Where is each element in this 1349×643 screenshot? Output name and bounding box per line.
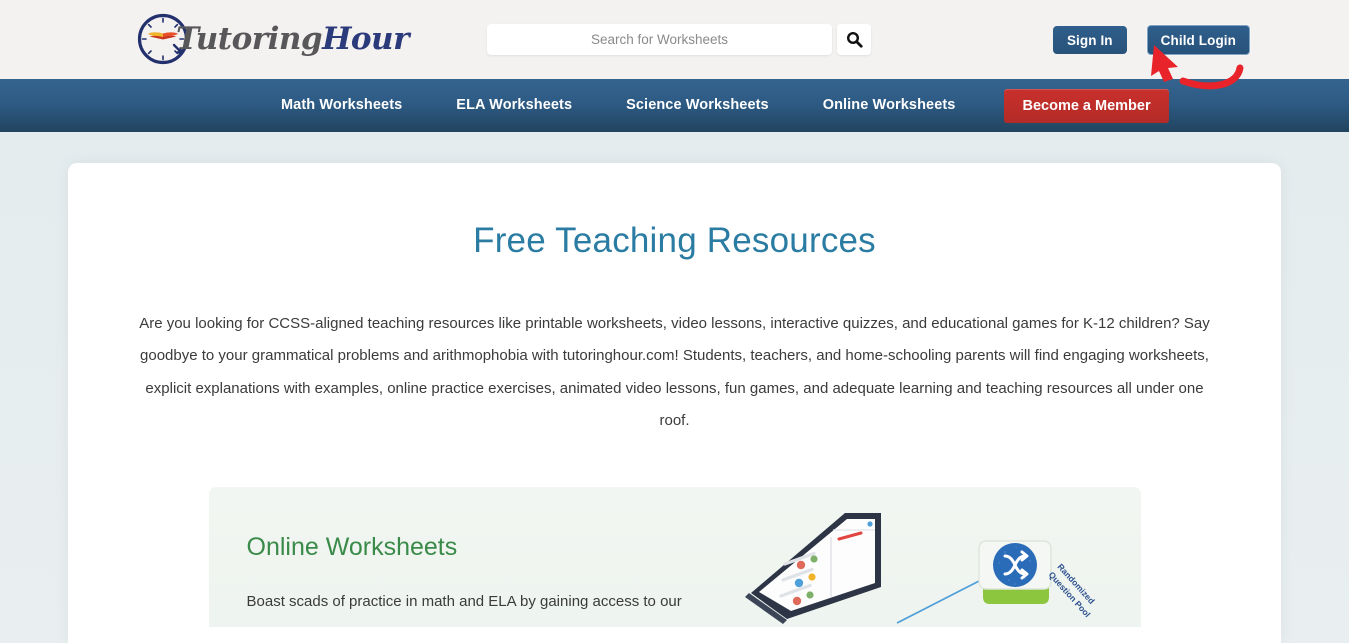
sign-in-button[interactable]: Sign In [1052, 26, 1127, 54]
nav-item-science-worksheets[interactable]: Science Worksheets [599, 79, 796, 132]
become-a-member-button[interactable]: Become a Member [1004, 88, 1169, 123]
page-body: Free Teaching Resources Are you looking … [0, 132, 1349, 643]
nav-item-online-worksheets[interactable]: Online Worksheets [796, 79, 983, 132]
isometric-laptop-illustration: Randomized Question Pool [744, 512, 1096, 624]
nav-item-math-worksheets[interactable]: Math Worksheets [254, 79, 429, 132]
search-icon [846, 31, 863, 48]
logo-word-tutoring: Tutoring [176, 21, 323, 57]
main-navigation: Math Worksheets ELA Worksheets Science W… [0, 79, 1349, 132]
site-logo[interactable]: TutoringHour [136, 11, 409, 67]
logo-word-hour: Hour [322, 21, 409, 57]
search-button[interactable] [837, 24, 871, 55]
search-area [487, 24, 871, 55]
online-worksheets-panel[interactable]: Online Worksheets Boast scads of practic… [208, 486, 1141, 627]
nav-item-ela-worksheets[interactable]: ELA Worksheets [429, 79, 599, 132]
online-worksheets-body: Boast scads of practice in math and ELA … [246, 592, 682, 610]
auth-buttons: Sign In Child Login [1052, 25, 1250, 55]
logo-wordmark: TutoringHour [176, 21, 409, 57]
page-title: Free Teaching Resources [473, 221, 876, 260]
search-input[interactable] [487, 24, 832, 55]
intro-paragraph: Are you looking for CCSS-aligned teachin… [139, 315, 1210, 430]
site-header: TutoringHour Sign In Child Login [0, 0, 1349, 90]
content-card: Free Teaching Resources Are you looking … [68, 163, 1281, 643]
child-login-button[interactable]: Child Login [1146, 25, 1250, 55]
